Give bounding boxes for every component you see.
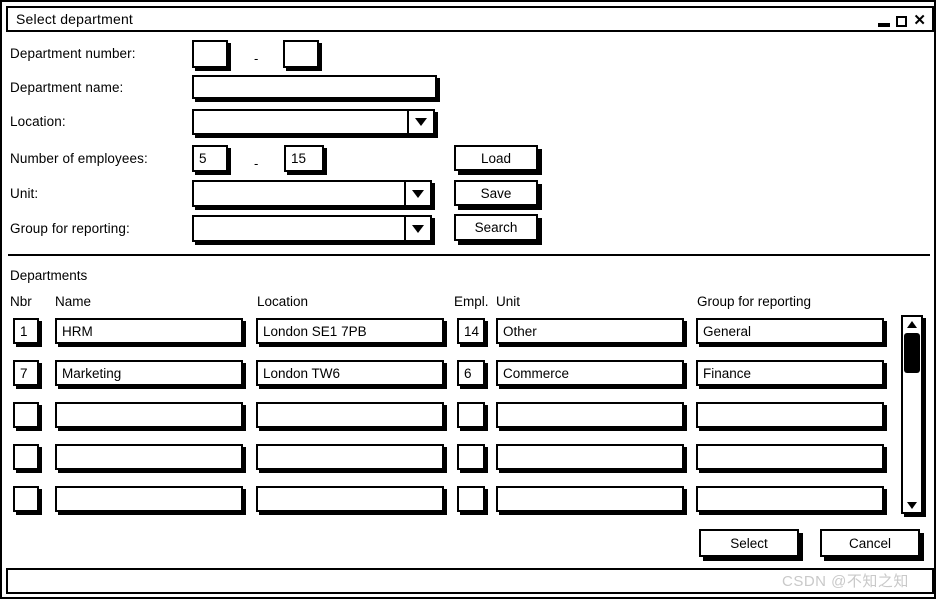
column-header-empl: Empl.	[454, 294, 489, 309]
table-row[interactable]: Finance	[696, 360, 884, 386]
table-row[interactable]	[256, 402, 444, 428]
window-title: Select department	[16, 11, 134, 27]
load-button[interactable]: Load	[454, 145, 538, 171]
departments-section-title: Departments	[10, 268, 88, 283]
table-row[interactable]	[457, 402, 485, 428]
select-department-window: Select department ✕ Department number: -…	[0, 0, 936, 599]
label-group-for-reporting: Group for reporting:	[10, 221, 130, 236]
table-row[interactable]: General	[696, 318, 884, 344]
table-row[interactable]	[13, 402, 39, 428]
watermark: CSDN @不知之知	[782, 573, 909, 590]
column-header-name: Name	[55, 294, 92, 309]
maximize-icon[interactable]	[896, 15, 908, 27]
unit-value	[194, 182, 404, 205]
table-row[interactable]	[457, 486, 485, 512]
table-row[interactable]: Commerce	[496, 360, 684, 386]
group-for-reporting-value	[194, 217, 404, 240]
column-header-unit: Unit	[496, 294, 521, 309]
window-controls: ✕	[878, 11, 926, 29]
table-row[interactable]: 7	[13, 360, 39, 386]
select-button[interactable]: Select	[699, 529, 799, 557]
column-header-group: Group for reporting	[697, 294, 812, 309]
department-number-separator: -	[254, 51, 259, 66]
table-row[interactable]	[496, 402, 684, 428]
table-row[interactable]: 6	[457, 360, 485, 386]
chevron-down-icon[interactable]	[407, 111, 433, 133]
chevron-down-icon[interactable]	[404, 182, 430, 205]
label-department-number: Department number:	[10, 46, 136, 61]
table-scrollbar[interactable]	[901, 315, 923, 514]
table-row[interactable]: Marketing	[55, 360, 243, 386]
table-row[interactable]: London SE1 7PB	[256, 318, 444, 344]
table-row[interactable]	[55, 486, 243, 512]
table-row[interactable]	[256, 486, 444, 512]
close-icon[interactable]: ✕	[913, 13, 926, 28]
employees-to-input[interactable]: 15	[284, 145, 324, 172]
department-number-to-input[interactable]	[283, 40, 319, 68]
label-location: Location:	[10, 114, 66, 129]
form-table-divider	[8, 254, 930, 256]
save-button[interactable]: Save	[454, 180, 538, 206]
scroll-down-icon[interactable]	[903, 498, 921, 512]
location-combobox[interactable]	[192, 109, 435, 135]
scroll-up-icon[interactable]	[903, 317, 921, 331]
table-row[interactable]	[55, 444, 243, 470]
label-department-name: Department name:	[10, 80, 124, 95]
table-row[interactable]	[696, 486, 884, 512]
department-name-input[interactable]	[192, 75, 437, 99]
label-unit: Unit:	[10, 186, 39, 201]
table-row[interactable]: London TW6	[256, 360, 444, 386]
employees-from-input[interactable]: 5	[192, 145, 228, 172]
chevron-down-icon[interactable]	[404, 217, 430, 240]
location-value	[194, 111, 407, 133]
search-button[interactable]: Search	[454, 214, 538, 241]
cancel-button[interactable]: Cancel	[820, 529, 920, 557]
label-number-of-employees: Number of employees:	[10, 151, 148, 166]
table-row[interactable]	[696, 402, 884, 428]
table-row[interactable]	[496, 486, 684, 512]
table-row[interactable]	[696, 444, 884, 470]
titlebar: Select department ✕	[6, 6, 934, 32]
minimize-icon[interactable]	[878, 22, 891, 27]
table-row[interactable]	[13, 444, 39, 470]
column-header-location: Location	[257, 294, 309, 309]
scrollbar-track[interactable]	[903, 331, 921, 498]
table-row[interactable]	[256, 444, 444, 470]
table-row[interactable]	[13, 486, 39, 512]
table-row[interactable]	[457, 444, 485, 470]
table-row[interactable]: Other	[496, 318, 684, 344]
department-number-from-input[interactable]	[192, 40, 228, 68]
table-row[interactable]	[496, 444, 684, 470]
unit-combobox[interactable]	[192, 180, 432, 207]
table-row[interactable]	[55, 402, 243, 428]
scrollbar-thumb[interactable]	[904, 333, 920, 373]
table-row[interactable]: 14	[457, 318, 485, 344]
group-for-reporting-combobox[interactable]	[192, 215, 432, 242]
employees-separator: -	[254, 156, 259, 171]
column-header-nbr: Nbr	[10, 294, 32, 309]
table-row[interactable]: 1	[13, 318, 39, 344]
table-row[interactable]: HRM	[55, 318, 243, 344]
